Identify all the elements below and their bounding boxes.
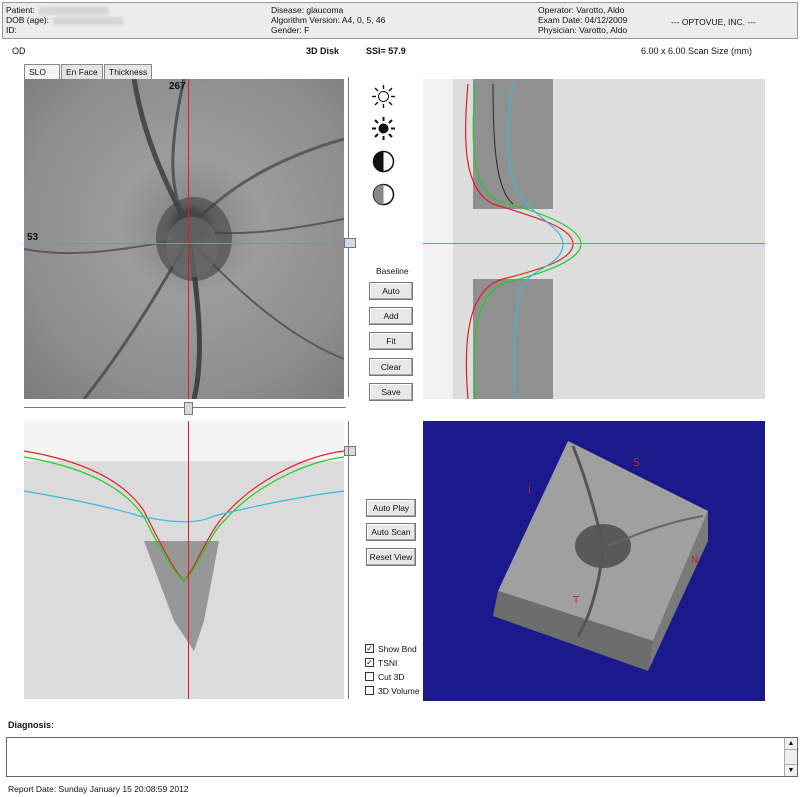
eye-label: OD: [12, 46, 26, 56]
operator-info: Operator: Varotto, Aldo Exam Date: 04/12…: [538, 5, 627, 35]
clear-button[interactable]: Clear: [369, 358, 413, 376]
horizontal-bscan-image[interactable]: [24, 421, 344, 699]
vertical-crosshair[interactable]: [188, 79, 189, 399]
3d-volume-label: 3D Volume: [378, 686, 420, 696]
fit-button[interactable]: Fit: [369, 332, 413, 350]
patient-label: Patient:: [6, 5, 35, 15]
gender: Gender: F: [271, 25, 310, 35]
slo-fundus-image[interactable]: 267 53: [24, 79, 344, 399]
diagnosis-label: Diagnosis:: [8, 720, 55, 730]
physician: Physician: Varotto, Aldo: [538, 25, 628, 35]
svg-text:N: N: [691, 555, 698, 566]
vertical-slider-thumb[interactable]: [344, 238, 356, 248]
contrast-high-icon[interactable]: [370, 148, 397, 175]
3d-volume-checkbox[interactable]: 3D Volume: [365, 686, 420, 697]
contrast-low-icon[interactable]: [370, 181, 397, 208]
baseline-label: Baseline: [376, 266, 409, 276]
svg-text:I: I: [528, 485, 531, 496]
vertical-slider-track[interactable]: [348, 77, 349, 397]
dob-redacted: [53, 16, 123, 25]
vertical-bscan-image[interactable]: [423, 79, 765, 399]
checkbox-unchecked[interactable]: [365, 686, 374, 696]
3d-cube: S I T N: [493, 441, 708, 671]
tsni-label: TSNI: [378, 658, 398, 668]
auto-button[interactable]: Auto: [369, 282, 413, 300]
3d-cube-view[interactable]: S I T N: [423, 421, 765, 701]
report-header: Patient: DOB (age): ID: Disease: glaucom…: [2, 2, 798, 39]
vertical-position-label: 267: [169, 81, 186, 92]
exam-date: Exam Date: 04/12/2009: [538, 15, 628, 25]
horizontal-crosshair[interactable]: [24, 243, 344, 244]
reset-view-button[interactable]: Reset View: [366, 548, 416, 566]
checkbox-unchecked[interactable]: [365, 672, 374, 682]
cut-3d-label: Cut 3D: [378, 672, 405, 682]
patient-name-redacted: [38, 6, 109, 15]
bscan-v-crosshair: [423, 243, 765, 244]
bscan-h-slider-track[interactable]: [348, 421, 349, 699]
fundus-vessels: [24, 79, 344, 399]
tab-en-face[interactable]: En Face: [61, 64, 103, 79]
show-bnd-checkbox[interactable]: ✓ Show Bnd: [365, 644, 417, 655]
company-name: --- OPTOVUE, INC. ---: [671, 17, 756, 27]
id-label: ID:: [6, 25, 17, 35]
svg-text:T: T: [572, 595, 580, 606]
add-button[interactable]: Add: [369, 307, 413, 325]
save-button[interactable]: Save: [369, 383, 413, 401]
diagnosis-textarea[interactable]: ▲ ▼: [6, 737, 798, 777]
scroll-down-icon[interactable]: ▼: [785, 764, 797, 776]
tab-thickness[interactable]: Thickness: [104, 64, 152, 79]
algorithm-version: Algorithm Version: A4, 0, 5, 46: [271, 15, 386, 25]
exam-info: Disease: glaucoma Algorithm Version: A4,…: [271, 5, 385, 35]
patient-info: Patient: DOB (age): ID:: [6, 5, 123, 35]
report-date: Report Date: Sunday January 15 20:08:59 …: [8, 784, 189, 794]
bscan-v-layers: [453, 79, 765, 399]
disease: Disease: glaucoma: [271, 5, 344, 15]
ssi-value: SSI= 57.9: [366, 46, 406, 56]
brightness-low-icon[interactable]: [370, 83, 397, 110]
show-bnd-label: Show Bnd: [378, 644, 417, 654]
operator: Operator: Varotto, Aldo: [538, 5, 625, 15]
scan-mode: 3D Disk: [306, 46, 340, 56]
svg-text:S: S: [633, 456, 640, 469]
checkbox-checked[interactable]: ✓: [365, 658, 374, 668]
brightness-high-icon[interactable]: [370, 115, 397, 142]
auto-scan-button[interactable]: Auto Scan: [366, 523, 416, 541]
horizontal-slider-thumb[interactable]: [184, 402, 193, 415]
tab-slo[interactable]: SLO: [24, 64, 60, 79]
horizontal-position-label: 53: [27, 232, 39, 243]
bscan-h-crosshair: [188, 421, 189, 699]
tsni-checkbox[interactable]: ✓ TSNI: [365, 658, 397, 669]
checkbox-checked[interactable]: ✓: [365, 644, 374, 654]
diagnosis-scrollbar[interactable]: ▲ ▼: [784, 738, 797, 776]
bscan-h-layers: [24, 450, 344, 699]
scan-size: 6.00 x 6.00 Scan Size (mm): [641, 46, 753, 56]
scroll-up-icon[interactable]: ▲: [785, 738, 797, 750]
auto-play-button[interactable]: Auto Play: [366, 499, 416, 517]
cut-3d-checkbox[interactable]: Cut 3D: [365, 672, 404, 683]
bscan-h-slider-thumb[interactable]: [344, 446, 356, 456]
dob-label: DOB (age):: [6, 15, 49, 25]
